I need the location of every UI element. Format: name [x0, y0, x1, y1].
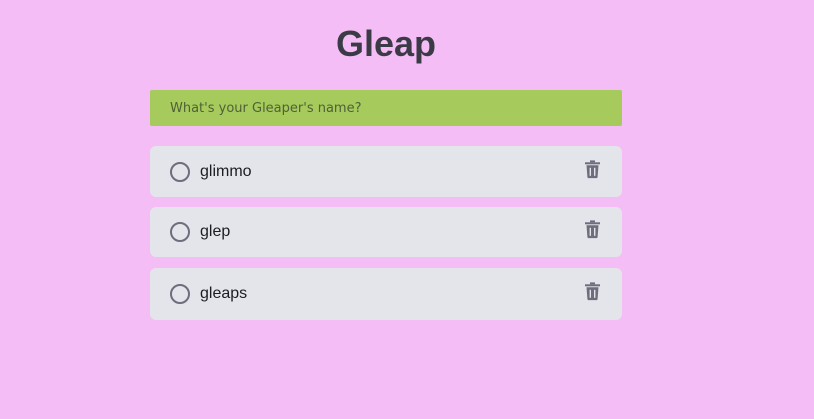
page: { "app": { "title": "Gleap" }, "input": …	[0, 0, 814, 419]
list-item-label: gleaps	[200, 285, 248, 302]
circle-checkbox-icon[interactable]	[170, 161, 190, 182]
list-item: gleaps	[150, 268, 622, 320]
circle-checkbox-icon[interactable]	[170, 222, 190, 242]
list-item: glep	[150, 207, 622, 257]
list-item-label: glimmo	[200, 162, 252, 180]
trash-icon[interactable]	[585, 282, 600, 301]
list-item: glimmo	[150, 146, 622, 197]
gleaper-list: glimmo glep gleaps	[150, 146, 622, 330]
gleaper-name-input[interactable]	[150, 90, 622, 126]
circle-checkbox-icon[interactable]	[170, 284, 190, 304]
trash-icon[interactable]	[585, 220, 600, 239]
page-title: Gleap	[335, 23, 437, 64]
trash-icon[interactable]	[585, 159, 600, 178]
list-item-label: glep	[200, 223, 231, 240]
